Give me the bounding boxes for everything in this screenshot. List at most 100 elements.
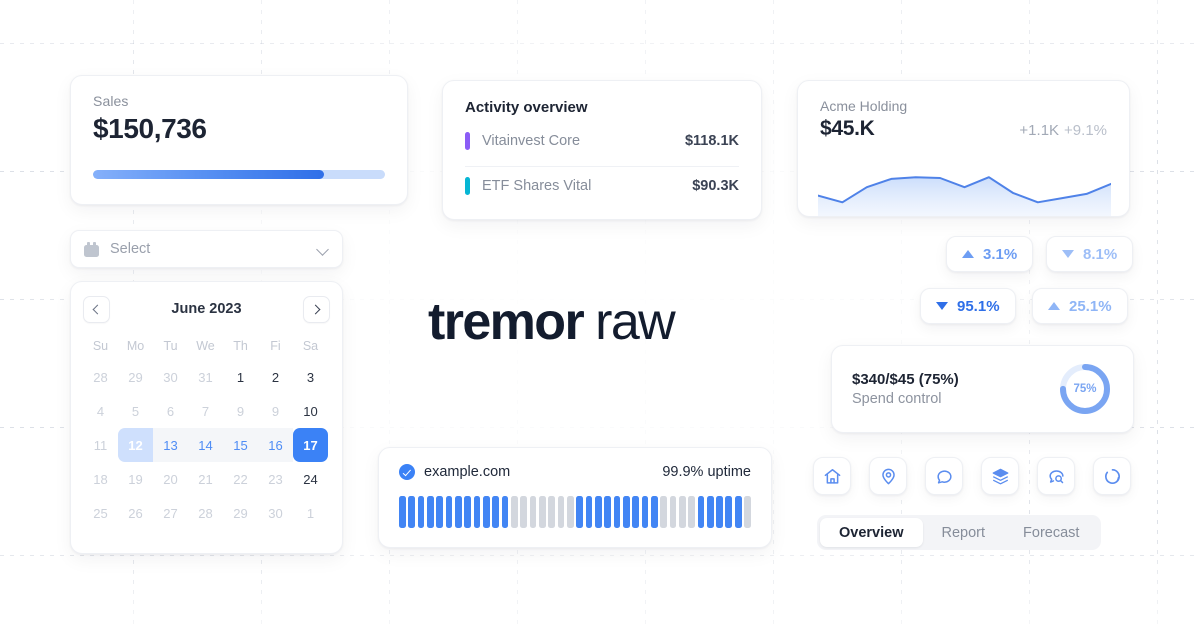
uptime-bar xyxy=(706,496,714,528)
calendar-day[interactable]: 24 xyxy=(293,462,328,496)
delta-badge[interactable]: 3.1% xyxy=(946,236,1034,272)
delta-badge[interactable]: 95.1% xyxy=(920,288,1016,324)
calendar-prev-button[interactable] xyxy=(83,295,110,323)
layers-icon-button[interactable] xyxy=(981,457,1019,495)
uptime-bar xyxy=(688,496,695,528)
calendar-header: June 2023 xyxy=(83,294,330,324)
calendar-next-button[interactable] xyxy=(303,295,330,323)
calendar-day[interactable]: 31 xyxy=(188,360,223,394)
uptime-bar xyxy=(697,496,705,528)
calendar-day[interactable]: 7 xyxy=(188,394,223,428)
activity-name: ETF Shares Vital xyxy=(482,177,592,194)
tab-overview[interactable]: Overview xyxy=(820,518,923,547)
calendar-icon xyxy=(84,241,99,257)
date-select[interactable]: Select xyxy=(70,230,343,268)
calendar-week-row: 4 5 6 7 9 9 10 xyxy=(83,394,330,428)
calendar-day[interactable]: 28 xyxy=(83,360,118,394)
sales-label: Sales xyxy=(93,93,129,109)
calendar-day[interactable]: 5 xyxy=(118,394,153,428)
calendar-day[interactable]: 12 xyxy=(118,428,153,462)
calendar-day[interactable]: 16 xyxy=(258,428,293,462)
activity-amount: $90.3K xyxy=(692,177,739,194)
calendar-day[interactable]: 10 xyxy=(293,394,328,428)
delta-badge[interactable]: 8.1% xyxy=(1046,236,1134,272)
acme-delta: +1.1K +9.1% xyxy=(1019,122,1107,139)
calendar-day[interactable]: 4 xyxy=(83,394,118,428)
uptime-bar xyxy=(501,496,509,528)
calendar-day[interactable]: 9 xyxy=(223,394,258,428)
calendar-weekday: Su xyxy=(92,339,109,353)
uptime-bar xyxy=(622,496,630,528)
uptime-bar xyxy=(520,496,527,528)
refresh-circle-icon-button[interactable] xyxy=(1093,457,1131,495)
uptime-bar xyxy=(744,496,751,528)
delta-value: 25.1% xyxy=(1069,297,1112,315)
uptime-bar xyxy=(669,496,677,528)
spend-label: Spend control xyxy=(852,391,942,407)
activity-row[interactable]: Vitainvest Core $118.1K xyxy=(465,122,739,160)
color-chip xyxy=(465,176,470,195)
calendar-day[interactable]: 17 xyxy=(293,428,328,462)
grid-line-h xyxy=(0,43,1200,44)
calendar-day[interactable]: 2 xyxy=(258,360,293,394)
uptime-bar xyxy=(408,496,416,528)
uptime-bar xyxy=(436,496,444,528)
calendar-day[interactable]: 6 xyxy=(153,394,188,428)
uptime-bar xyxy=(482,496,490,528)
map-pin-icon-button[interactable] xyxy=(869,457,907,495)
uptime-bar xyxy=(585,496,593,528)
calendar-weekday: Tu xyxy=(163,339,178,353)
grid-line-v xyxy=(1157,0,1158,630)
calendar-day[interactable]: 18 xyxy=(83,462,118,496)
calendar-day[interactable]: 22 xyxy=(223,462,258,496)
calendar-day[interactable]: 29 xyxy=(118,360,153,394)
calendar-day[interactable]: 19 xyxy=(118,462,153,496)
calendar-day[interactable]: 14 xyxy=(188,428,223,462)
calendar-day[interactable]: 9 xyxy=(258,394,293,428)
delta-value: 8.1% xyxy=(1083,245,1118,263)
tab-group: Overview Report Forecast xyxy=(817,515,1102,550)
acme-holding-card: Acme Holding $45.K +1.1K +9.1% xyxy=(797,80,1130,217)
calendar-day[interactable]: 30 xyxy=(258,496,293,530)
calendar-day[interactable]: 11 xyxy=(83,428,118,462)
calendar-day[interactable]: 23 xyxy=(258,462,293,496)
calendar-day[interactable]: 15 xyxy=(223,428,258,462)
tab-forecast[interactable]: Forecast xyxy=(1004,518,1098,547)
calendar-day[interactable]: 30 xyxy=(153,360,188,394)
activity-row[interactable]: ETF Shares Vital $90.3K xyxy=(465,166,739,204)
calendar-day[interactable]: 27 xyxy=(153,496,188,530)
calendar-day[interactable]: 1 xyxy=(293,496,328,530)
calendar-day[interactable]: 28 xyxy=(188,496,223,530)
uptime-bar xyxy=(464,496,472,528)
acme-area-chart xyxy=(817,162,1112,216)
chat-bubble-icon-button[interactable] xyxy=(925,457,963,495)
delta-badge[interactable]: 25.1% xyxy=(1032,288,1128,324)
color-chip xyxy=(465,132,470,150)
uptime-bar xyxy=(650,496,658,528)
grid-line-v xyxy=(773,0,774,630)
uptime-bar xyxy=(613,496,621,528)
acme-delta-percent: +9.1% xyxy=(1064,122,1107,139)
home-icon-button[interactable] xyxy=(813,457,851,495)
calendar-day[interactable]: 20 xyxy=(153,462,188,496)
calendar-day[interactable]: 13 xyxy=(153,428,188,462)
calendar-weekday: Fi xyxy=(270,339,281,353)
acme-value: $45.K xyxy=(820,117,875,140)
calendar-day[interactable]: 21 xyxy=(188,462,223,496)
tab-report[interactable]: Report xyxy=(923,518,1005,547)
calendar-day[interactable]: 29 xyxy=(223,496,258,530)
calendar-day[interactable]: 26 xyxy=(118,496,153,530)
chat-search-icon-button[interactable] xyxy=(1037,457,1075,495)
area-chart-svg xyxy=(817,176,1112,216)
calendar-day[interactable]: 25 xyxy=(83,496,118,530)
tremor-raw-logo: tremor raw xyxy=(428,292,676,352)
sales-value: $150,736 xyxy=(93,113,207,144)
activity-amount: $118.1K xyxy=(684,133,739,149)
calendar-day[interactable]: 3 xyxy=(293,360,328,394)
triangle-down-icon xyxy=(936,302,948,310)
calendar-day[interactable]: 1 xyxy=(223,360,258,394)
spend-amount: $340/$45 (75%) xyxy=(852,371,959,388)
uptime-bar xyxy=(548,496,555,528)
triangle-down-icon xyxy=(1062,250,1074,258)
uptime-bar xyxy=(557,496,565,528)
